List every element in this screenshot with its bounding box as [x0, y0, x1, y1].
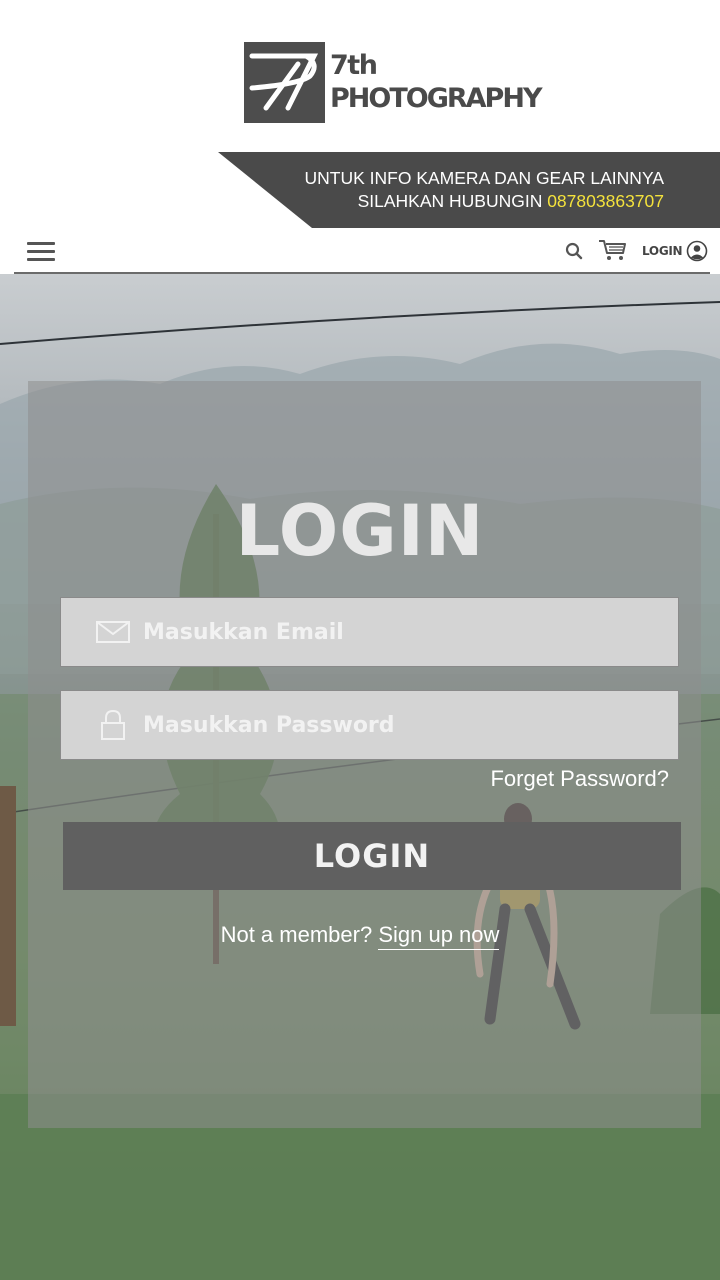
login-submit-button[interactable]: LOGIN	[63, 822, 681, 890]
brand-name-line2: PHOTOGRAPHY	[330, 83, 542, 114]
signup-prompt: Not a member?	[220, 922, 379, 947]
email-field[interactable]	[60, 597, 679, 667]
lock-icon	[101, 709, 125, 740]
info-banner: UNTUK INFO KAMERA DAN GEAR LAINNYA SILAH…	[0, 152, 720, 228]
banner-shape	[218, 152, 720, 228]
login-title: LOGIN	[235, 490, 485, 572]
banner-phone-number[interactable]: 087803863707	[547, 191, 664, 211]
user-icon	[686, 240, 708, 262]
signup-link[interactable]: Sign up now	[378, 922, 500, 950]
forget-password-link[interactable]: Forget Password?	[490, 766, 669, 792]
nav-login-label: LOGIN	[642, 244, 683, 258]
7p-monogram-icon	[249, 53, 319, 111]
nav-login-button[interactable]: LOGIN	[642, 240, 708, 262]
nav-bar: LOGIN	[14, 228, 710, 274]
brand-name-line1: 7th	[330, 50, 378, 81]
banner-text-line2: SILAHKAN HUBUNGIN 087803863707	[358, 191, 664, 212]
email-input[interactable]	[143, 598, 663, 666]
banner-text-prefix: SILAHKAN HUBUNGIN	[357, 191, 548, 211]
signup-row: Not a member? Sign up now	[0, 922, 720, 950]
password-field[interactable]	[60, 690, 679, 760]
cart-icon[interactable]	[598, 238, 628, 262]
hamburger-icon[interactable]	[27, 242, 55, 261]
banner-text-line1: UNTUK INFO KAMERA DAN GEAR LAINNYA	[304, 168, 664, 188]
envelope-icon	[96, 621, 130, 643]
search-icon[interactable]	[565, 242, 583, 260]
logo-mark[interactable]	[244, 42, 325, 123]
password-input[interactable]	[143, 691, 663, 759]
site-header: 7th PHOTOGRAPHY	[0, 0, 720, 152]
